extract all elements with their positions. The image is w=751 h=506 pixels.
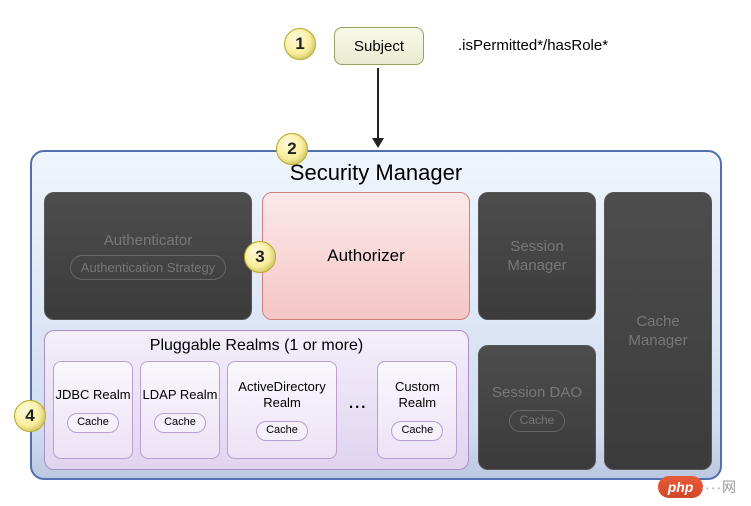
ellipsis-icon: ... — [344, 388, 370, 432]
session-dao-label: Session DAO — [492, 383, 582, 403]
subject-box: Subject — [334, 27, 424, 65]
step-badge-4: 4 — [14, 400, 46, 432]
realms-title: Pluggable Realms (1 or more) — [53, 337, 460, 355]
realm-cache-pill: Cache — [256, 421, 308, 441]
realm-label: Custom Realm — [378, 379, 456, 412]
realm-cache-pill: Cache — [154, 413, 206, 433]
realm-label: LDAP Realm — [143, 387, 218, 403]
authorizer-box: Authorizer — [262, 192, 470, 320]
api-call-text: .isPermitted*/hasRole* — [458, 37, 608, 54]
pluggable-realms-container: Pluggable Realms (1 or more) JDBC Realm … — [44, 330, 469, 470]
session-dao-cache-pill: Cache — [509, 410, 566, 432]
realm-cache-pill: Cache — [67, 413, 119, 433]
authenticator-label: Authenticator — [104, 232, 192, 249]
realm-label: JDBC Realm — [55, 387, 130, 403]
authorizer-label: Authorizer — [327, 246, 404, 266]
step-badge-1: 1 — [284, 28, 316, 60]
watermark-brand: php — [658, 476, 704, 498]
realm-jdbc: JDBC Realm Cache — [53, 361, 133, 459]
auth-strategy-pill: Authentication Strategy — [70, 255, 226, 281]
realm-label: ActiveDirectory Realm — [228, 379, 336, 412]
realm-cache-pill: Cache — [391, 421, 443, 441]
cache-manager-box: Cache Manager — [604, 192, 712, 470]
subject-label: Subject — [354, 38, 404, 55]
arrow-down-icon — [377, 68, 379, 146]
realm-custom: Custom Realm Cache — [377, 361, 457, 459]
session-manager-label: Session Manager — [479, 237, 595, 276]
session-manager-box: Session Manager — [478, 192, 596, 320]
session-dao-box: Session DAO Cache — [478, 345, 596, 470]
watermark: php ····网 — [658, 476, 737, 498]
security-manager-title: Security Manager — [42, 160, 710, 186]
authenticator-box: Authenticator Authentication Strategy — [44, 192, 252, 320]
realm-ldap: LDAP Realm Cache — [140, 361, 220, 459]
realm-activedirectory: ActiveDirectory Realm Cache — [227, 361, 337, 459]
watermark-tail: ····网 — [699, 477, 737, 497]
step-badge-2: 2 — [276, 133, 308, 165]
realms-row: JDBC Realm Cache LDAP Realm Cache Active… — [53, 361, 460, 459]
cache-manager-label: Cache Manager — [605, 312, 711, 351]
step-badge-3: 3 — [244, 241, 276, 273]
